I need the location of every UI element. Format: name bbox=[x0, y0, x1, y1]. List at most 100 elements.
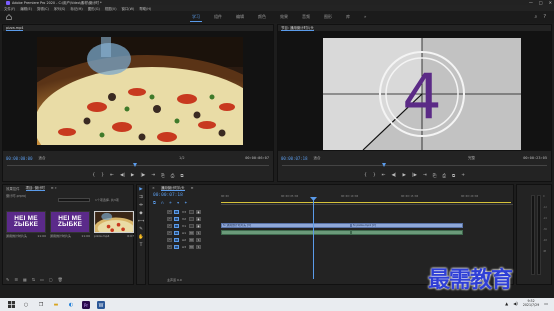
track-label[interactable]: A3 bbox=[181, 245, 187, 249]
track-label[interactable]: V3 bbox=[181, 210, 187, 214]
snap-icon[interactable]: ∩ bbox=[161, 200, 164, 205]
project-item[interactable]: pizza.mp4 6:07 bbox=[94, 211, 134, 238]
program-export-frame-button[interactable]: ⧉ bbox=[452, 173, 455, 179]
sync-lock-toggle[interactable] bbox=[189, 223, 194, 228]
source-timecode[interactable]: 00:00:00:00 bbox=[6, 156, 33, 161]
program-step-back-button[interactable]: ◀| bbox=[392, 173, 397, 178]
track-label[interactable]: V1 bbox=[181, 224, 187, 228]
network-icon[interactable]: ▲ bbox=[505, 301, 508, 306]
program-timecode[interactable]: 00:00:07:18 bbox=[281, 156, 308, 161]
solo-toggle[interactable]: S bbox=[196, 237, 201, 242]
program-mark-out-button[interactable]: } bbox=[373, 173, 376, 178]
workspace-tab-editing[interactable]: 编辑 bbox=[234, 13, 246, 22]
lock-toggle[interactable]: ⌐ bbox=[167, 209, 172, 214]
edge-browser-icon[interactable]: ◐ bbox=[67, 301, 75, 309]
lock-toggle[interactable]: ⌐ bbox=[167, 230, 172, 235]
eye-icon[interactable]: ◉ bbox=[196, 209, 201, 214]
program-go-to-out-button[interactable]: ⇥ bbox=[423, 173, 427, 178]
new-item-icon[interactable]: ▢ bbox=[49, 277, 53, 282]
slip-tool-icon[interactable]: ⟷ bbox=[138, 219, 144, 225]
sort-icon[interactable]: ⇅ bbox=[32, 277, 35, 282]
workspace-tab-libraries[interactable]: 库 bbox=[344, 13, 352, 22]
workspace-tab-learn[interactable]: 学习 bbox=[190, 13, 202, 22]
master-track-value[interactable]: 0.0 bbox=[177, 278, 182, 282]
wrench-icon[interactable]: ✦ bbox=[184, 200, 187, 205]
program-resolution-dropdown[interactable]: 完整 bbox=[468, 156, 475, 161]
ripple-edit-tool-icon[interactable]: ⇹ bbox=[138, 203, 144, 209]
target-toggle[interactable] bbox=[174, 216, 179, 221]
extract-button[interactable]: ⎙ bbox=[442, 173, 446, 179]
tab-effect-controls[interactable]: 效果控件 bbox=[6, 186, 20, 191]
insert-button[interactable]: ⎘ bbox=[161, 173, 165, 179]
word-icon[interactable]: W bbox=[97, 300, 105, 309]
source-playhead[interactable] bbox=[133, 163, 137, 167]
source-resolution-dropdown[interactable]: 1/2 bbox=[179, 156, 185, 160]
program-video-area[interactable]: 4 bbox=[278, 31, 551, 151]
notifications-icon[interactable]: ▭ bbox=[544, 301, 548, 306]
new-bin-icon[interactable]: ▭ bbox=[40, 277, 44, 282]
hand-tool-icon[interactable]: ✋ bbox=[138, 235, 144, 241]
go-to-out-button[interactable]: ⇥ bbox=[151, 173, 155, 178]
home-icon[interactable] bbox=[6, 14, 12, 20]
source-video-area[interactable] bbox=[3, 31, 273, 151]
workspace-tab-color[interactable]: 颜色 bbox=[256, 13, 268, 22]
mute-toggle[interactable]: M bbox=[189, 230, 194, 235]
pen-tool-icon[interactable]: ✎ bbox=[138, 227, 144, 233]
search-icon[interactable]: ⌕ bbox=[535, 14, 538, 20]
solo-toggle[interactable]: S bbox=[196, 244, 201, 249]
menu-clip[interactable]: 剪辑(C) bbox=[37, 6, 49, 11]
tab-project[interactable]: 项目: 倒计时 bbox=[25, 185, 45, 191]
track-label[interactable]: V2 bbox=[181, 217, 187, 221]
premiere-taskbar-icon[interactable]: Pr bbox=[82, 300, 90, 309]
timeline-clip[interactable]: fx pizza.mp4 [V] bbox=[351, 223, 463, 228]
file-explorer-icon[interactable]: ▬ bbox=[52, 301, 60, 309]
program-scrubber[interactable] bbox=[282, 163, 547, 168]
menu-sequence[interactable]: 序列(S) bbox=[54, 6, 66, 11]
program-playhead[interactable] bbox=[382, 163, 386, 167]
target-toggle[interactable] bbox=[174, 237, 179, 242]
taskbar-clock[interactable]: 9:32 2021/7/29 bbox=[523, 299, 539, 307]
timeline-close-button[interactable]: × bbox=[152, 186, 155, 190]
program-fit-dropdown[interactable]: 适合 bbox=[314, 156, 321, 161]
timeline-playhead[interactable] bbox=[313, 199, 314, 279]
eye-icon[interactable]: ◉ bbox=[196, 223, 201, 228]
razor-tool-icon[interactable]: ◆ bbox=[138, 211, 144, 217]
menu-graphics[interactable]: 图形(G) bbox=[88, 6, 100, 11]
target-toggle[interactable] bbox=[174, 230, 179, 235]
windows-start-icon[interactable] bbox=[7, 301, 15, 309]
project-item[interactable]: HEI ME ZЫБКЕ 通用倒计时片头 11:00 bbox=[50, 211, 90, 238]
target-toggle[interactable] bbox=[174, 223, 179, 228]
list-view-icon[interactable]: ☰ bbox=[14, 277, 18, 282]
program-mark-in-button[interactable]: { bbox=[364, 173, 367, 178]
workspace-tab-audio[interactable]: 音频 bbox=[300, 13, 312, 22]
track-label[interactable]: A2 bbox=[181, 238, 187, 242]
sync-lock-toggle[interactable] bbox=[189, 216, 194, 221]
task-view-icon[interactable]: ❐ bbox=[37, 301, 45, 309]
source-scrubber[interactable] bbox=[7, 163, 269, 168]
help-icon[interactable]: ? bbox=[543, 14, 546, 20]
timeline-timecode[interactable]: 00:00:07:18 bbox=[153, 193, 183, 198]
workspace-tab-effects[interactable]: 效果 bbox=[278, 13, 290, 22]
target-toggle[interactable] bbox=[174, 244, 179, 249]
menu-marker[interactable]: 标记(M) bbox=[70, 6, 82, 11]
lock-toggle[interactable]: ⌐ bbox=[167, 237, 172, 242]
overwrite-button[interactable]: ⎙ bbox=[171, 173, 175, 179]
mute-toggle[interactable]: M bbox=[189, 237, 194, 242]
lock-toggle[interactable]: ⌐ bbox=[167, 223, 172, 228]
program-play-button[interactable]: ▶ bbox=[403, 173, 406, 178]
menu-help[interactable]: 帮助(H) bbox=[139, 6, 151, 11]
program-go-to-in-button[interactable]: ⇤ bbox=[382, 173, 386, 178]
icon-view-icon[interactable]: ▦ bbox=[23, 277, 27, 282]
solo-toggle[interactable]: S bbox=[196, 230, 201, 235]
button-editor-button[interactable]: + bbox=[461, 173, 465, 178]
step-forward-button[interactable]: |▶ bbox=[140, 173, 145, 178]
linked-selection-icon[interactable]: ⚭ bbox=[169, 200, 172, 205]
target-toggle[interactable] bbox=[174, 209, 179, 214]
export-frame-button[interactable]: ⧉ bbox=[180, 173, 183, 179]
selection-tool-icon[interactable]: ▶ bbox=[138, 187, 144, 193]
nest-icon[interactable]: ⧉ bbox=[153, 200, 156, 205]
source-fit-dropdown[interactable]: 适合 bbox=[39, 156, 46, 161]
lock-toggle[interactable]: ⌐ bbox=[167, 216, 172, 221]
project-item[interactable]: HEI ME ZЫБКЕ 通用倒计时片头 11:00 bbox=[6, 211, 46, 238]
menu-file[interactable]: 文件(F) bbox=[4, 6, 15, 11]
